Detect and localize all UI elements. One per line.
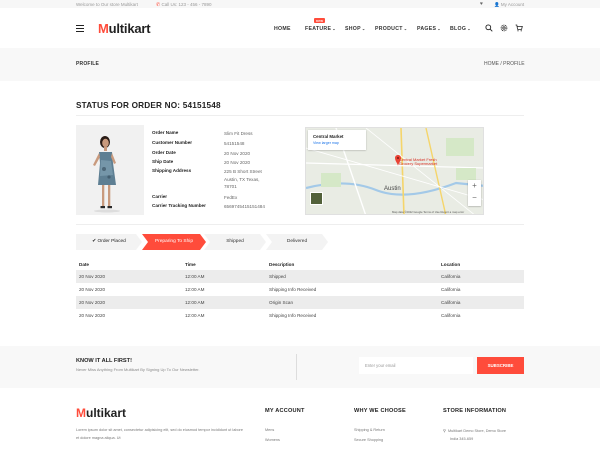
top-bar: Welcome to Our store Multikart ✆ Call Us… bbox=[0, 0, 600, 8]
footer-heading-my-account: MY ACCOUNT bbox=[265, 408, 305, 414]
site-logo[interactable]: Multikart bbox=[98, 21, 151, 36]
view-larger-map-link[interactable]: View larger map bbox=[313, 141, 339, 145]
title-divider bbox=[76, 115, 524, 116]
map-place-card: Central Market View larger map bbox=[308, 130, 366, 150]
newsletter-title: KNOW IT ALL FIRST! bbox=[76, 358, 132, 364]
chevron-down-icon: ⌄ bbox=[403, 26, 408, 31]
cart-icon[interactable] bbox=[515, 24, 523, 32]
check-icon: ✔ bbox=[92, 239, 97, 244]
site-footer: Multikart Lorem ipsum dolor sit amet, co… bbox=[0, 388, 600, 450]
table-row: 20 Nov 2020 12:00 AM Shipping Info Recei… bbox=[79, 313, 461, 318]
map-marker-label: Central Market Fresh Grocery Supermarket bbox=[399, 157, 438, 167]
product-image bbox=[76, 125, 144, 215]
table-row: 20 Nov 2020 12:00 AM Shipped California bbox=[76, 270, 524, 283]
newsletter-subtitle: Never Miss Anything From Multikart By Si… bbox=[76, 367, 200, 372]
newsletter-band: KNOW IT ALL FIRST! Never Miss Anything F… bbox=[0, 346, 600, 388]
table-header: Date Time Description Location bbox=[79, 262, 461, 267]
search-icon[interactable] bbox=[485, 24, 493, 32]
store-address-line2: India 345-659 bbox=[450, 437, 474, 441]
step-shipped: Shipped bbox=[204, 234, 266, 250]
user-icon: 👤 bbox=[494, 1, 500, 7]
map-zoom-control: + − bbox=[468, 180, 481, 206]
step-preparing-to-ship: Preparing To Ship bbox=[142, 234, 206, 250]
footer-link-womens[interactable]: Womens bbox=[265, 438, 280, 442]
subscribe-button[interactable]: SUBSCRIBE bbox=[477, 357, 524, 374]
hamburger-menu-icon[interactable] bbox=[76, 25, 84, 33]
my-account-label: My Account bbox=[500, 1, 525, 7]
map-attribution: Map data ©2022 Google Terms of Use Repor… bbox=[392, 210, 465, 214]
step-order-placed: ✔ Order Placed bbox=[76, 234, 142, 250]
footer-heading-store-information: STORE INFORMATION bbox=[443, 408, 507, 414]
zoom-in-button[interactable]: + bbox=[468, 181, 481, 190]
settings-icon[interactable] bbox=[500, 24, 508, 32]
footer-link-shipping-return[interactable]: Shipping & Return bbox=[354, 428, 385, 432]
details-divider bbox=[76, 224, 524, 225]
nav-pages[interactable]: PAGES⌄ bbox=[417, 26, 441, 32]
main-header: Multikart HOME new FEATURE⌄ SHOP⌄ PRODUC… bbox=[0, 8, 600, 48]
chevron-down-icon: ⌄ bbox=[437, 26, 441, 31]
footer-link-mens[interactable]: Mens bbox=[265, 428, 274, 432]
footer-link-secure-shopping[interactable]: Secure Shopping bbox=[354, 438, 383, 442]
wishlist-heart-icon[interactable]: ♥ bbox=[480, 1, 483, 7]
table-row: 20 Nov 2020 12:00 AM Shipping Info Recei… bbox=[79, 287, 461, 292]
nav-product[interactable]: PRODUCT⌄ bbox=[375, 26, 407, 32]
footer-heading-why-we-choose: WHY WE CHOOSE bbox=[354, 408, 406, 414]
newsletter-divider bbox=[296, 354, 297, 380]
nav-shop[interactable]: SHOP⌄ bbox=[345, 26, 366, 32]
store-address: ⚲ Multikart Demo Store, Demo Store bbox=[443, 428, 506, 433]
footer-logo[interactable]: Multikart bbox=[76, 406, 126, 420]
new-badge: new bbox=[314, 18, 326, 23]
chevron-down-icon: ⌄ bbox=[361, 26, 366, 31]
breadcrumb-band: PROFILE HOME / PROFILE bbox=[0, 48, 600, 81]
chevron-down-icon: ⌄ bbox=[467, 26, 471, 31]
step-delivered: Delivered bbox=[266, 234, 328, 250]
table-row: 20 Nov 2020 12:00 AM Origin Scan Califor… bbox=[76, 296, 524, 309]
nav-feature[interactable]: new FEATURE⌄ bbox=[305, 18, 336, 32]
welcome-text: Welcome to Our store Multikart bbox=[76, 1, 138, 7]
my-account-link[interactable]: 👤 My Account bbox=[494, 2, 524, 8]
footer-description: Lorem ipsum dolor sit amet, consectetur … bbox=[76, 428, 243, 440]
store-map[interactable]: Central Market View larger map Central M… bbox=[305, 127, 484, 215]
page-title: PROFILE bbox=[76, 61, 100, 67]
map-satellite-toggle[interactable] bbox=[310, 192, 323, 205]
order-progress-steps: ✔ Order Placed Preparing To Ship Shipped… bbox=[76, 234, 524, 250]
order-status-title: STATUS FOR ORDER NO: 54151548 bbox=[76, 101, 221, 110]
map-city-label: Austin bbox=[384, 186, 401, 192]
zoom-out-button[interactable]: − bbox=[468, 193, 481, 202]
email-field[interactable] bbox=[359, 357, 473, 374]
nav-blog[interactable]: BLOG⌄ bbox=[450, 26, 471, 32]
call-info: ✆ Call Us: 123 - 456 - 7890 bbox=[156, 2, 212, 8]
call-text: Call Us: 123 - 456 - 7890 bbox=[161, 1, 212, 7]
breadcrumb[interactable]: HOME / PROFILE bbox=[484, 61, 525, 67]
phone-icon: ✆ bbox=[156, 1, 161, 8]
map-pin-icon: ⚲ bbox=[443, 428, 446, 433]
chevron-down-icon: ⌄ bbox=[332, 26, 336, 31]
nav-home[interactable]: HOME bbox=[274, 26, 291, 32]
map-place-name: Central Market bbox=[313, 134, 344, 139]
